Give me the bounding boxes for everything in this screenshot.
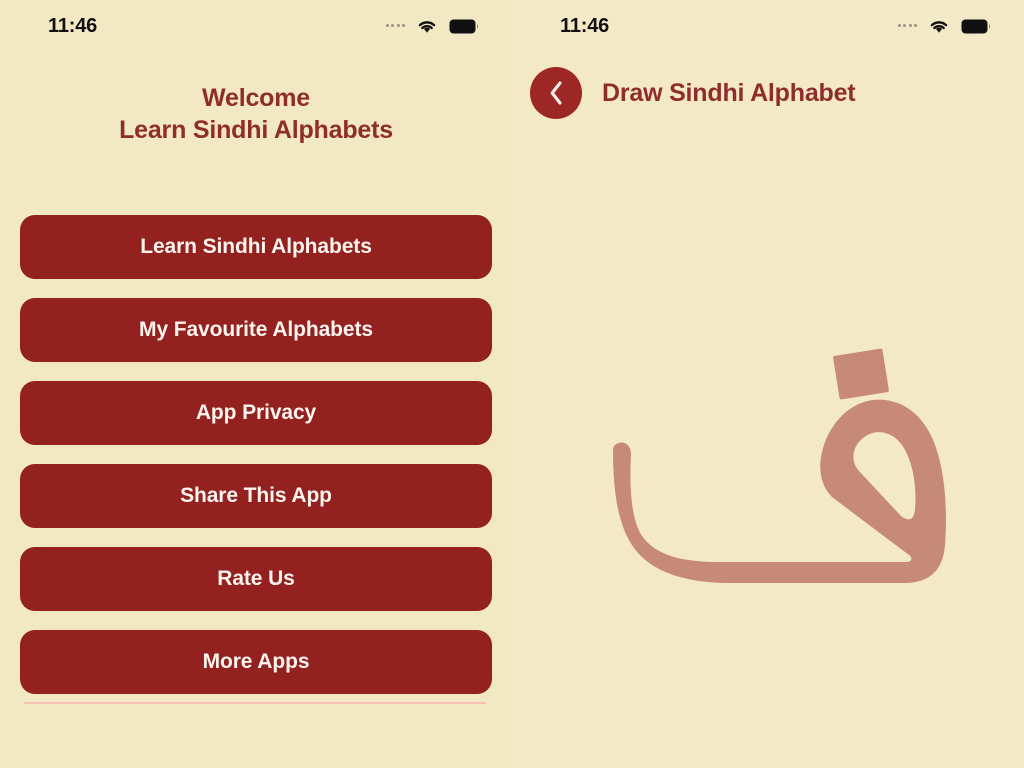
signal-dots-icon <box>385 24 405 27</box>
menu-learn-sindhi-alphabets[interactable]: Learn Sindhi Alphabets <box>20 215 492 279</box>
battery-full-icon <box>449 19 478 33</box>
welcome-heading: Welcome Learn Sindhi Alphabets <box>0 82 512 146</box>
battery-full-icon <box>961 19 990 33</box>
menu-my-favourite-alphabets[interactable]: My Favourite Alphabets <box>20 298 492 362</box>
draw-screen-header: Draw Sindhi Alphabet <box>530 67 856 119</box>
left-app-screen: 11:46 Welcome Learn Sindhi Alphabets Lea… <box>0 0 512 768</box>
status-time: 11:46 <box>48 14 98 37</box>
status-time: 11:46 <box>560 14 610 37</box>
welcome-line-2: Learn Sindhi Alphabets <box>119 116 393 144</box>
main-menu-list: Learn Sindhi Alphabets My Favourite Alph… <box>20 215 492 694</box>
bottom-divider <box>24 702 486 704</box>
menu-share-this-app[interactable]: Share This App <box>20 464 492 528</box>
welcome-line-1: Welcome <box>202 84 310 112</box>
right-status-bar: 11:46 <box>512 0 1024 52</box>
wifi-icon <box>418 21 436 33</box>
left-status-bar: 11:46 <box>0 0 512 52</box>
menu-more-apps[interactable]: More Apps <box>20 630 492 694</box>
menu-rate-us[interactable]: Rate Us <box>20 547 492 611</box>
right-app-screen: 11:46 Draw Sindhi Alphabet <box>512 0 1024 768</box>
dual-screenshot-composite: 11:46 Welcome Learn Sindhi Alphabets Lea… <box>0 0 1024 768</box>
menu-app-privacy[interactable]: App Privacy <box>20 381 492 445</box>
status-icon-group <box>385 18 478 34</box>
drawing-canvas[interactable] <box>604 340 984 640</box>
draw-screen-title: Draw Sindhi Alphabet <box>602 78 856 107</box>
signal-dots-icon <box>897 24 917 27</box>
letter-dot <box>833 348 889 400</box>
back-button[interactable] <box>530 67 582 119</box>
wifi-icon <box>930 21 948 33</box>
chevron-left-icon <box>550 81 562 105</box>
arabic-letter-feh-glyph <box>613 348 946 583</box>
status-icon-group <box>897 18 990 34</box>
